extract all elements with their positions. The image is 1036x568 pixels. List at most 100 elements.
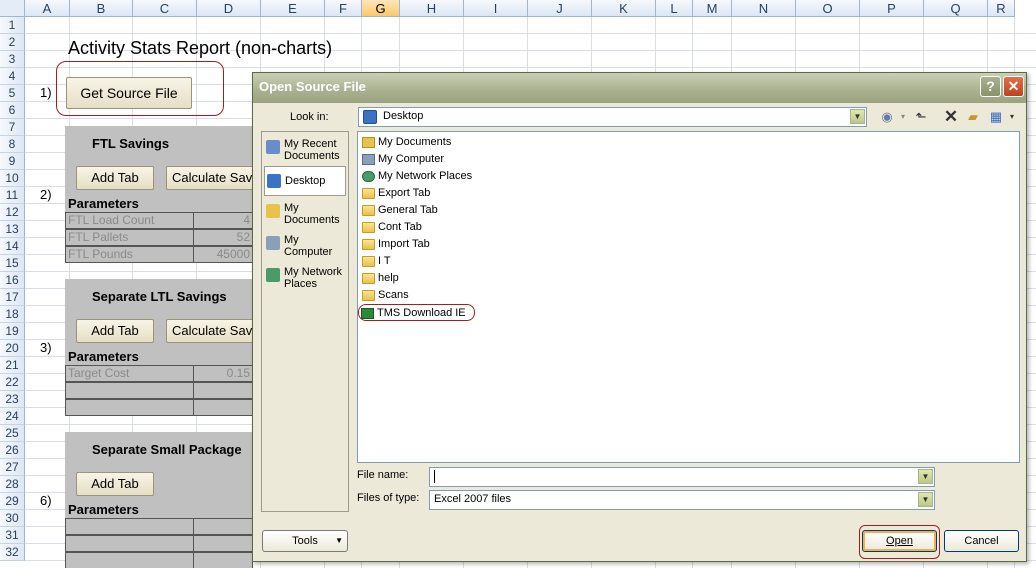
ftl-add-tab-button[interactable]: Add Tab [76, 166, 154, 190]
file-item[interactable]: Export Tab [362, 185, 430, 202]
file-item[interactable]: Cont Tab [362, 219, 422, 236]
place-recent-documents[interactable]: My Recent Documents [264, 138, 346, 164]
row-header[interactable]: 3 [0, 51, 25, 68]
row-header[interactable]: 29 [0, 493, 25, 510]
small-add-tab-button[interactable]: Add Tab [76, 472, 154, 496]
file-item[interactable]: help [362, 270, 399, 287]
row-header[interactable]: 9 [0, 153, 25, 170]
column-header[interactable]: Q [924, 0, 988, 17]
chevron-down-icon[interactable]: ▼ [850, 109, 865, 124]
close-button[interactable]: ✕ [1003, 76, 1024, 97]
row-header[interactable]: 1 [0, 17, 25, 34]
place-network-places[interactable]: My Network Places [264, 266, 346, 292]
ltl-calculate-button[interactable]: Calculate Sav [166, 319, 256, 343]
column-header[interactable]: C [133, 0, 197, 17]
file-item[interactable]: Scans [362, 287, 409, 304]
file-item[interactable]: I T [362, 253, 391, 270]
row-header[interactable]: 15 [0, 255, 25, 272]
column-header[interactable]: L [656, 0, 693, 17]
look-in-value: Desktop [383, 110, 424, 122]
file-item[interactable]: My Network Places [362, 168, 472, 185]
row-header[interactable]: 14 [0, 238, 25, 255]
file-item[interactable]: My Computer [362, 151, 444, 168]
step-number-1: 1) [40, 85, 52, 100]
column-header[interactable]: G [362, 0, 400, 17]
back-dropdown-icon[interactable]: ▾ [895, 109, 911, 125]
row-header[interactable]: 31 [0, 527, 25, 544]
row-header[interactable]: 5 [0, 85, 25, 102]
column-header[interactable]: P [860, 0, 924, 17]
places-bar: My Recent Documents Desktop My Documents… [261, 131, 349, 512]
row-header[interactable]: 22 [0, 374, 25, 391]
cancel-button[interactable]: Cancel [944, 530, 1019, 552]
file-name: help [378, 272, 399, 284]
row-header[interactable]: 17 [0, 289, 25, 306]
place-my-computer[interactable]: My Computer [264, 234, 346, 260]
file-item[interactable]: TMS Download IE [358, 304, 475, 321]
chevron-down-icon[interactable]: ▼ [918, 492, 933, 507]
column-header[interactable]: J [528, 0, 592, 17]
column-header[interactable]: F [325, 0, 362, 17]
row-header[interactable]: 18 [0, 306, 25, 323]
row-header[interactable]: 20 [0, 340, 25, 357]
file-list[interactable]: My Documents My Computer My Network Places… [357, 131, 1020, 463]
place-desktop[interactable]: Desktop [264, 166, 346, 196]
row-header[interactable]: 24 [0, 408, 25, 425]
help-button[interactable]: ? [980, 76, 1001, 97]
row-header[interactable]: 2 [0, 34, 25, 51]
column-header[interactable]: R [988, 0, 1015, 17]
small-param-empty [193, 518, 253, 535]
back-icon[interactable]: ◉ [879, 109, 895, 125]
column-header[interactable]: H [400, 0, 464, 17]
column-header[interactable]: A [25, 0, 70, 17]
row-header[interactable]: 16 [0, 272, 25, 289]
row-header[interactable]: 7 [0, 119, 25, 136]
delete-icon[interactable]: ✕ [943, 108, 959, 125]
views-dropdown-icon[interactable]: ▾ [1004, 109, 1020, 125]
file-item[interactable]: General Tab [362, 202, 438, 219]
look-in-combo[interactable]: Desktop ▼ [358, 107, 867, 127]
row-header[interactable]: 23 [0, 391, 25, 408]
column-header[interactable]: O [796, 0, 860, 17]
row-header[interactable]: 4 [0, 68, 25, 85]
row-header[interactable]: 25 [0, 425, 25, 442]
folder-icon [362, 273, 375, 284]
column-header[interactable]: M [693, 0, 732, 17]
file-item[interactable]: My Documents [362, 134, 451, 151]
dialog-title-bar[interactable]: Open Source File [253, 73, 1026, 103]
row-header[interactable]: 12 [0, 204, 25, 221]
ltl-add-tab-button[interactable]: Add Tab [76, 319, 154, 343]
file-name-input[interactable]: ▼ [429, 467, 935, 487]
row-header[interactable]: 8 [0, 136, 25, 153]
row-header[interactable]: 26 [0, 442, 25, 459]
row-header[interactable]: 21 [0, 357, 25, 374]
row-header[interactable]: 27 [0, 459, 25, 476]
ftl-calculate-button[interactable]: Calculate Sav [166, 166, 256, 190]
column-header[interactable]: E [261, 0, 325, 17]
column-header[interactable]: D [197, 0, 261, 17]
row-header[interactable]: 10 [0, 170, 25, 187]
column-header[interactable]: N [732, 0, 796, 17]
row-header[interactable]: 32 [0, 544, 25, 561]
tools-button[interactable]: Tools ▼ [262, 530, 348, 552]
select-all-corner[interactable] [0, 0, 25, 17]
files-of-type-select[interactable]: Excel 2007 files ▼ [429, 490, 935, 510]
ftl-param-value: 4 [193, 212, 253, 229]
column-header[interactable]: K [592, 0, 656, 17]
row-header[interactable]: 30 [0, 510, 25, 527]
up-folder-icon[interactable]: ⬑ [913, 109, 929, 125]
row-header[interactable]: 6 [0, 102, 25, 119]
row-header[interactable]: 13 [0, 221, 25, 238]
get-source-file-button[interactable]: Get Source File [66, 77, 192, 109]
row-header[interactable]: 28 [0, 476, 25, 493]
chevron-down-icon[interactable]: ▼ [918, 469, 933, 484]
file-item[interactable]: Import Tab [362, 236, 430, 253]
new-folder-icon[interactable]: ▰ [965, 109, 981, 125]
column-header[interactable]: I [464, 0, 528, 17]
column-header[interactable]: B [70, 0, 133, 17]
row-header[interactable]: 19 [0, 323, 25, 340]
place-my-documents[interactable]: My Documents [264, 202, 346, 228]
views-icon[interactable]: ▦ [988, 109, 1004, 125]
open-button[interactable]: Open [862, 530, 937, 552]
row-header[interactable]: 11 [0, 187, 25, 204]
